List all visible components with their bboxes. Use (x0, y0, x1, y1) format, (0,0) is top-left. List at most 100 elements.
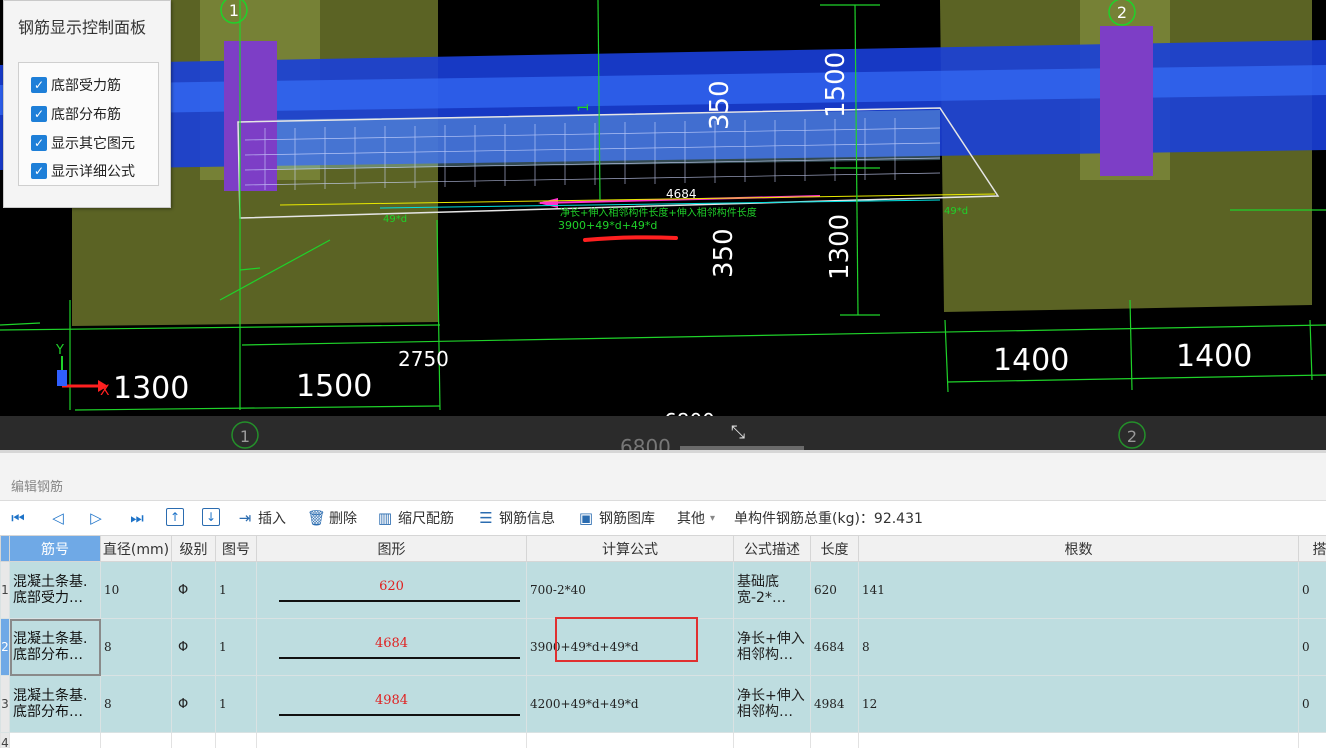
cell-bar-name[interactable]: 混凝土条基.底部分布… (9, 675, 101, 733)
rebar-library-button[interactable]: ▣ 钢筋图库 (577, 508, 655, 528)
header-row-number (0, 535, 10, 562)
header-shape[interactable]: 图形 (256, 535, 527, 562)
cell-grade[interactable]: Φ (171, 618, 216, 676)
rebar-info-button[interactable]: ☰ 钢筋信息 (477, 508, 555, 528)
checkbox-checked-icon[interactable]: ✓ (31, 77, 47, 93)
cell-shape[interactable]: 4984 (256, 675, 527, 733)
edit-rebar-header: 编辑钢筋 (0, 453, 1326, 501)
empty-cell[interactable] (100, 732, 172, 748)
cell-fig-no[interactable]: 1 (215, 618, 257, 676)
header-bar-no[interactable]: 筋号 (9, 535, 101, 562)
option-show-detailed-formula[interactable]: ✓ 显示详细公式 (31, 161, 135, 181)
cell-bar-name[interactable]: 混凝土条基.底部分布… (9, 618, 101, 676)
cell-lap[interactable]: 0 (1298, 675, 1326, 733)
checkbox-checked-icon[interactable]: ✓ (31, 135, 47, 151)
cell-formula-desc[interactable]: 净长+伸入相邻构… (733, 618, 811, 676)
empty-cell[interactable] (1298, 732, 1326, 748)
row-number[interactable]: 2 (0, 618, 10, 676)
empty-cell[interactable] (810, 732, 859, 748)
cell-length[interactable]: 4684 (810, 618, 859, 676)
table-header-row: 筋号 直径(mm) 级别 图号 图形 计算公式 公式描述 长度 根数 搭 (0, 535, 1326, 562)
cell-shape[interactable]: 620 (256, 561, 527, 619)
viewport-bottom-bar: 1 2 6800 (0, 416, 1326, 450)
row-number[interactable]: 4 (0, 732, 10, 748)
header-grade[interactable]: 级别 (171, 535, 216, 562)
cell-diameter[interactable]: 8 (100, 675, 172, 733)
cell-shape[interactable]: 4684 (256, 618, 527, 676)
axis-label-2-bottom: 2 (1127, 427, 1137, 446)
row-number[interactable]: 1 (0, 561, 10, 619)
cell-lap[interactable]: 0 (1298, 561, 1326, 619)
axis-label-1-bottom: 1 (240, 427, 250, 446)
other-dropdown[interactable]: 其他 ▾ (677, 508, 715, 528)
cell-length[interactable]: 620 (810, 561, 859, 619)
header-count[interactable]: 根数 (858, 535, 1299, 562)
cell-grade[interactable]: Φ (171, 675, 216, 733)
cell-formula-desc[interactable]: 基础底宽-2*… (733, 561, 811, 619)
empty-cell[interactable] (215, 732, 257, 748)
empty-cell[interactable] (733, 732, 811, 748)
cell-count[interactable]: 12 (858, 675, 1299, 733)
cell-count[interactable]: 8 (858, 618, 1299, 676)
edit-rebar-panel: 编辑钢筋 ⏮ ◁ ▷ ⏭ ↑ ↓ ⇥ 插入 🗑 删除 ▥ 缩尺配筋 ☰ 钢筋信息… (0, 450, 1326, 748)
table-row-selected[interactable]: 2 混凝土条基.底部分布… 8 Φ 1 4684 3900+49*d+49*d … (0, 618, 1326, 676)
header-formula-desc[interactable]: 公式描述 (733, 535, 811, 562)
cell-diameter[interactable]: 10 (100, 561, 172, 619)
move-down-icon[interactable]: ↓ (202, 508, 220, 526)
option-bottom-main-rebar[interactable]: ✓ 底部受力筋 (31, 75, 121, 95)
empty-cell[interactable] (858, 732, 1299, 748)
shape-length: 620 (379, 579, 404, 594)
table-row-empty[interactable]: 4 (0, 732, 1326, 748)
control-panel-options: ✓ 底部受力筋 ✓ 底部分布筋 ✓ 显示其它图元 ✓ 显示详细公式 (18, 62, 159, 186)
scale-rebar-button[interactable]: ▥ 缩尺配筋 (376, 508, 454, 528)
cell-diameter[interactable]: 8 (100, 618, 172, 676)
cell-formula[interactable]: 700-2*40 (526, 561, 734, 619)
total-weight-label: 单构件钢筋总重(kg)：92.431 (734, 511, 923, 527)
axis-y-label: Y (55, 343, 64, 358)
next-record-icon[interactable]: ▷ (86, 508, 106, 528)
empty-cell[interactable] (9, 732, 101, 748)
cell-grade[interactable]: Φ (171, 561, 216, 619)
cell-formula[interactable]: 3900+49*d+49*d (526, 618, 734, 676)
dim-1300-bottom: 1300 (113, 371, 189, 406)
cell-bar-name[interactable]: 混凝土条基.底部受力… (9, 561, 101, 619)
rebar-info-label: 钢筋信息 (499, 511, 555, 527)
last-record-icon[interactable]: ⏭ (127, 508, 147, 528)
empty-cell[interactable] (526, 732, 734, 748)
cell-length[interactable]: 4984 (810, 675, 859, 733)
cell-formula-desc[interactable]: 净长+伸入相邻构… (733, 675, 811, 733)
header-diameter[interactable]: 直径(mm) (100, 535, 172, 562)
table-row[interactable]: 1 混凝土条基.底部受力… 10 Φ 1 620 700-2*40 基础底宽-2… (0, 561, 1326, 619)
collapse-icon[interactable]: ⤡ (726, 420, 750, 444)
header-fig-no[interactable]: 图号 (215, 535, 257, 562)
row-number[interactable]: 3 (0, 675, 10, 733)
header-formula[interactable]: 计算公式 (526, 535, 734, 562)
cell-formula[interactable]: 4200+49*d+49*d (526, 675, 734, 733)
header-length[interactable]: 长度 (810, 535, 859, 562)
previous-record-icon[interactable]: ◁ (48, 508, 68, 528)
checkbox-checked-icon[interactable]: ✓ (31, 163, 47, 179)
delete-button[interactable]: 🗑 删除 (307, 508, 357, 528)
cell-count[interactable]: 141 (858, 561, 1299, 619)
shape-line (279, 600, 520, 602)
empty-cell[interactable] (171, 732, 216, 748)
checkbox-checked-icon[interactable]: ✓ (31, 106, 47, 122)
move-up-icon[interactable]: ↑ (166, 508, 184, 526)
first-record-icon[interactable]: ⏮ (8, 508, 28, 528)
insert-button[interactable]: ⇥ 插入 (236, 508, 286, 528)
dim-1400-right: 1400 (1176, 339, 1252, 374)
shape-length: 4684 (374, 636, 409, 651)
cell-fig-no[interactable]: 1 (215, 675, 257, 733)
header-lap[interactable]: 搭 (1298, 535, 1326, 562)
dim-6800-faded: 6800 (620, 435, 671, 450)
option-label: 底部分布筋 (51, 107, 121, 123)
model-viewport[interactable]: 1 2 350 1500 350 1300 1 1300 1500 2750 1… (0, 0, 1326, 416)
option-bottom-distribution-rebar[interactable]: ✓ 底部分布筋 (31, 104, 121, 124)
dim-2750: 2750 (398, 347, 449, 371)
cell-lap[interactable]: 0 (1298, 618, 1326, 676)
table-row[interactable]: 3 混凝土条基.底部分布… 8 Φ 1 4984 4200+49*d+49*d … (0, 675, 1326, 733)
cell-fig-no[interactable]: 1 (215, 561, 257, 619)
dim-350-top: 350 (705, 80, 735, 130)
option-show-other-elements[interactable]: ✓ 显示其它图元 (31, 133, 135, 153)
empty-cell[interactable] (256, 732, 527, 748)
